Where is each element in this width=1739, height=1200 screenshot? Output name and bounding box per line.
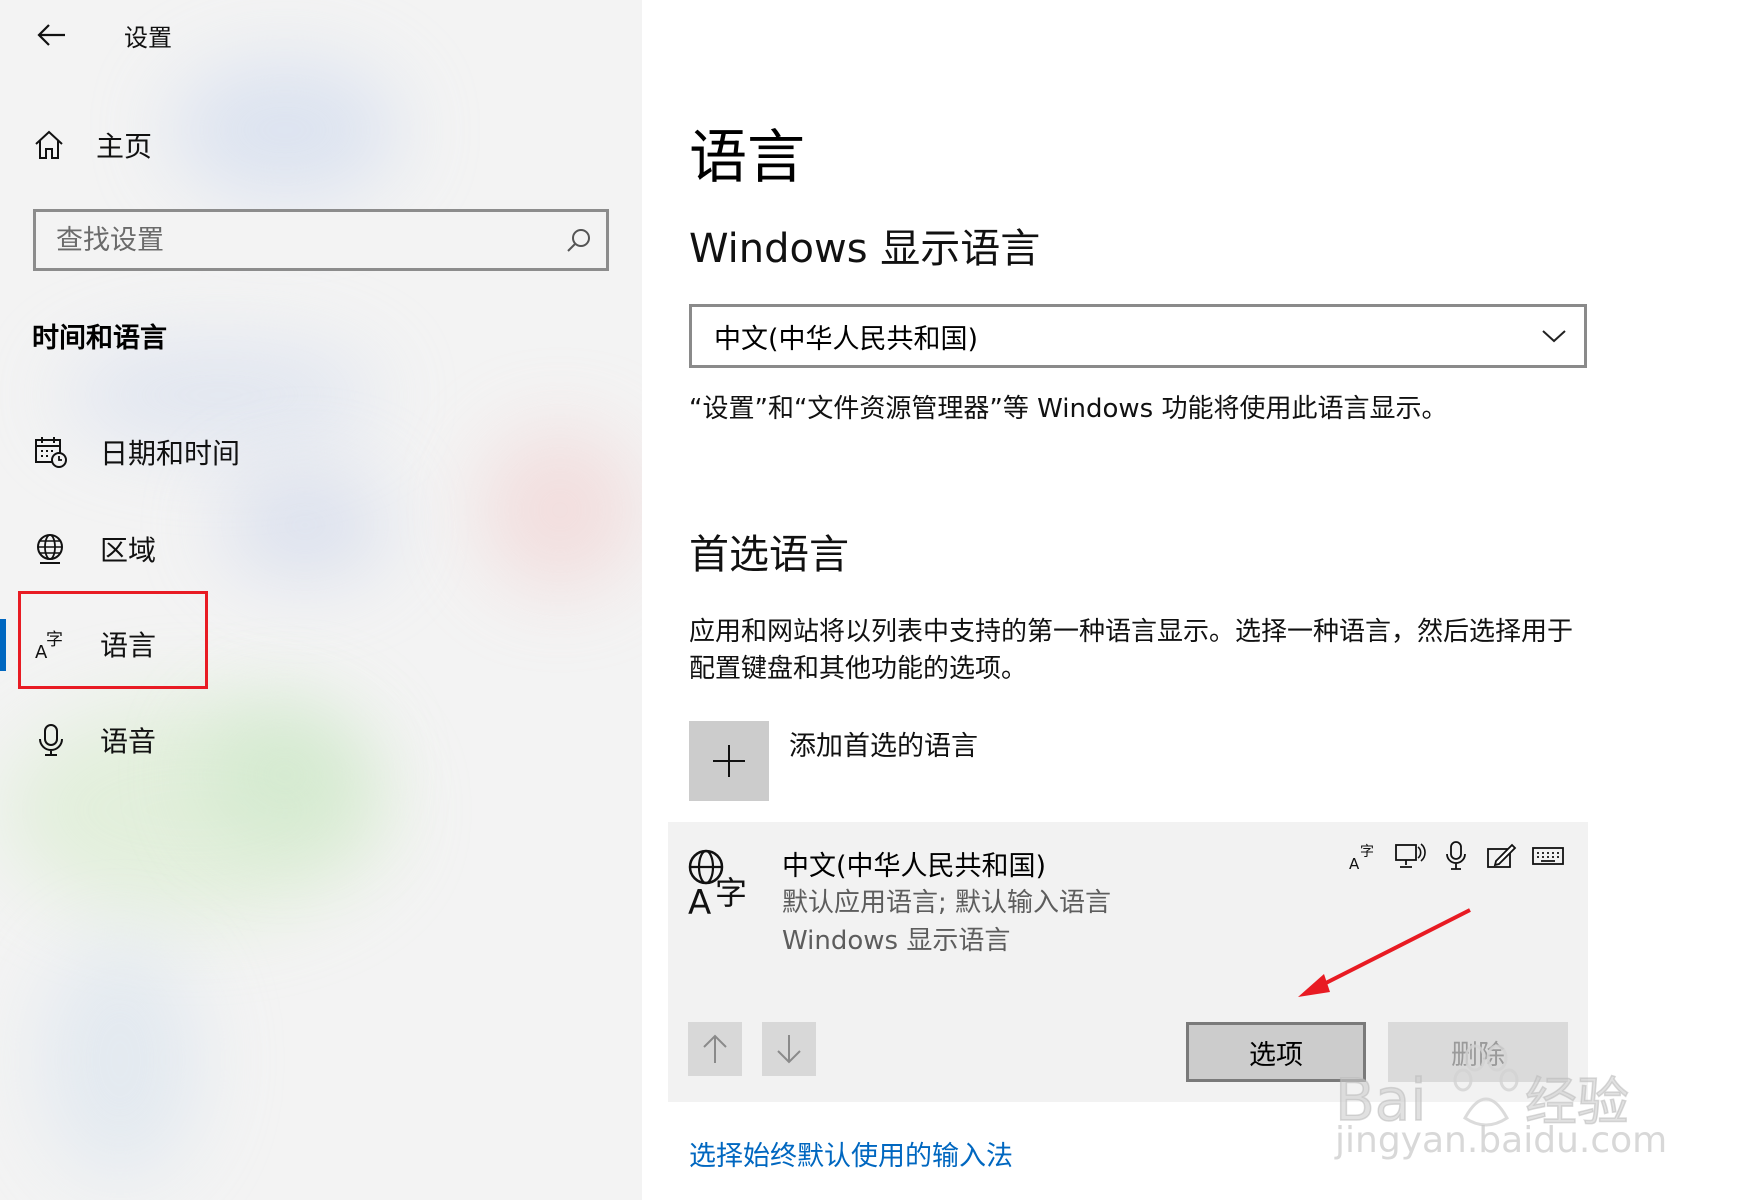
dropdown-value: 中文(中华人民共和国)	[714, 323, 979, 355]
sidebar-item-language[interactable]: A 字 语言	[26, 609, 616, 679]
display-language-title: Windows 显示语言	[689, 226, 1041, 272]
arrow-up-icon	[703, 1034, 727, 1063]
language-status: 默认应用语言; 默认输入语言	[782, 888, 1112, 918]
language-list-item[interactable]: A 字 中文(中华人民共和国) 默认应用语言; 默认输入语言 Windows 显…	[668, 822, 1588, 1102]
back-button[interactable]	[22, 10, 82, 60]
sidebar-item-home[interactable]: 主页	[24, 114, 584, 176]
preferred-languages-description: 应用和网站将以列表中支持的第一种语言显示。选择一种语言，然后选择用于配置键盘和其…	[689, 617, 1574, 684]
app-title: 设置	[124, 24, 172, 52]
options-button[interactable]: 选项	[1186, 1022, 1366, 1082]
svg-text:字: 字	[1360, 844, 1374, 860]
plus-icon	[713, 745, 745, 777]
language-pack-icon: A 字	[1348, 840, 1380, 872]
search-box	[33, 209, 609, 271]
svg-text:字: 字	[46, 630, 63, 650]
add-language-button[interactable]	[689, 721, 769, 801]
language-icon: A 字	[26, 619, 76, 669]
main-content: 语言 Windows 显示语言 中文(中华人民共和国) “设置”和“文件资源管理…	[642, 0, 1739, 1200]
chevron-down-icon	[1524, 307, 1584, 365]
sidebar-item-label: 主页	[96, 130, 153, 163]
sidebar-item-label: 区域	[100, 534, 157, 567]
search-input[interactable]	[36, 212, 552, 268]
home-icon	[24, 120, 74, 170]
sidebar-item-speech[interactable]: 语音	[26, 705, 616, 775]
sidebar-item-label: 日期和时间	[100, 437, 241, 470]
microphone-icon	[26, 715, 76, 765]
calendar-clock-icon	[26, 427, 76, 477]
move-down-button[interactable]	[762, 1022, 816, 1076]
sidebar-item-region[interactable]: 区域	[26, 514, 616, 584]
arrow-down-icon	[777, 1035, 801, 1064]
keyboard-icon	[1532, 840, 1564, 872]
svg-text:字: 字	[715, 874, 747, 912]
handwriting-icon	[1486, 840, 1518, 872]
preferred-languages-title: 首选语言	[689, 532, 849, 578]
sidebar: 设置 主页 时间和语言 日期和时间	[0, 0, 642, 1200]
add-language-label[interactable]: 添加首选的语言	[789, 724, 978, 763]
speech-recognition-icon	[1440, 840, 1472, 872]
svg-text:A: A	[1349, 855, 1360, 871]
language-display-note: Windows 显示语言	[782, 926, 1011, 956]
search-icon[interactable]	[552, 212, 606, 268]
display-language-dropdown[interactable]: 中文(中华人民共和国)	[689, 304, 1587, 368]
section-title: 时间和语言	[32, 323, 167, 354]
back-arrow-icon	[37, 24, 65, 46]
sidebar-item-label: 语言	[100, 629, 157, 662]
text-to-speech-icon	[1394, 840, 1426, 872]
language-globe-icon: A 字	[686, 848, 758, 923]
feature-icons: A 字	[1348, 840, 1564, 872]
input-method-link[interactable]: 选择始终默认使用的输入法	[689, 1134, 1013, 1173]
remove-button[interactable]: 删除	[1388, 1022, 1568, 1082]
sidebar-item-label: 语音	[100, 725, 157, 758]
page-title: 语言	[689, 123, 806, 191]
globe-region-icon	[26, 524, 76, 574]
move-up-button[interactable]	[688, 1022, 742, 1076]
display-language-description: “设置”和“文件资源管理器”等 Windows 功能将使用此语言显示。	[689, 394, 1448, 424]
sidebar-item-date-time[interactable]: 日期和时间	[26, 417, 616, 487]
language-name: 中文(中华人民共和国)	[782, 851, 1047, 882]
svg-text:A: A	[688, 883, 711, 920]
selection-indicator	[0, 619, 6, 671]
